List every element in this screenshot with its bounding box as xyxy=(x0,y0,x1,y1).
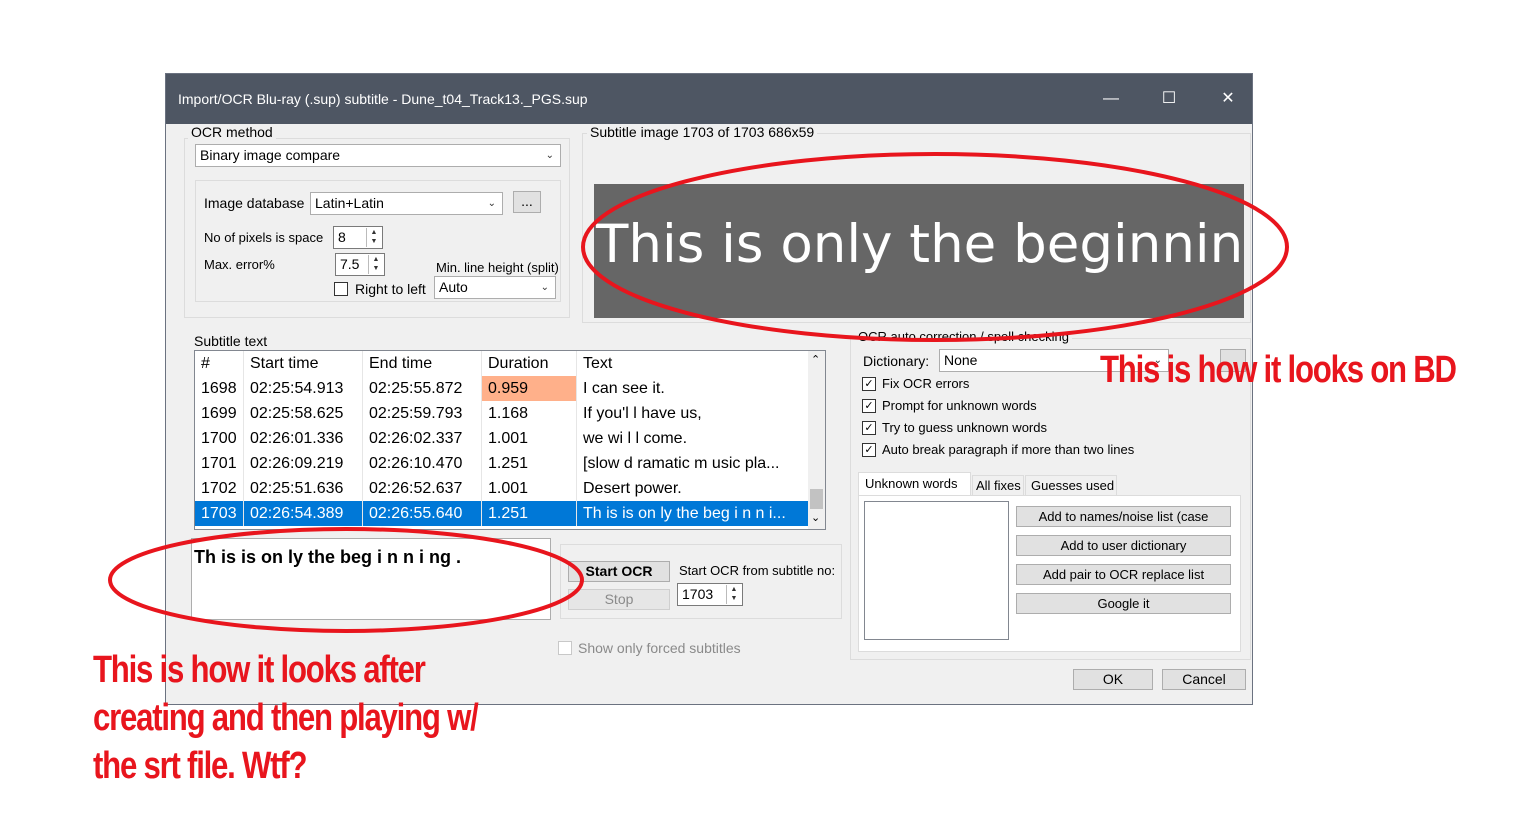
srt-highlight-ellipse xyxy=(108,527,584,633)
srt-annotation-line1: This is how it looks after xyxy=(93,649,426,691)
bd-highlight-ellipse xyxy=(581,152,1289,342)
srt-annotation-line2: creating and then playing w/ xyxy=(93,697,479,739)
bd-annotation-text: This is how it looks on BD xyxy=(1100,349,1457,391)
srt-annotation-line3: the srt file. Wtf? xyxy=(93,745,308,787)
